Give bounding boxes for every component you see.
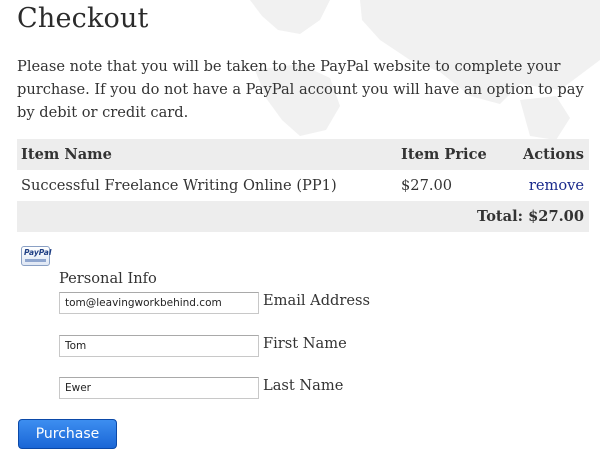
cart-total: Total: $27.00	[17, 201, 589, 232]
table-row: Successful Freelance Writing Online (PP1…	[17, 170, 589, 201]
last-name-field[interactable]	[59, 377, 259, 399]
paypal-icon-bar	[25, 259, 46, 262]
personal-info-heading: Personal Info	[59, 270, 157, 287]
first-name-label: First Name	[263, 335, 347, 352]
page-title: Checkout	[17, 3, 149, 34]
purchase-button[interactable]: Purchase	[18, 419, 117, 449]
last-name-label: Last Name	[263, 377, 344, 394]
cart-header-row: Item Name Item Price Actions	[17, 139, 589, 170]
item-name-cell: Successful Freelance Writing Online (PP1…	[21, 177, 337, 194]
header-actions: Actions	[511, 139, 589, 170]
cart-table: Item Name Item Price Actions Successful …	[17, 139, 589, 232]
header-item-name: Item Name	[17, 139, 401, 170]
checkout-page: Checkout Please note that you will be ta…	[0, 0, 600, 469]
paypal-icon-text: PayPal	[24, 248, 52, 257]
checkout-notice: Please note that you will be taken to th…	[17, 58, 584, 121]
email-field[interactable]	[59, 292, 259, 314]
cart-total-row: Total: $27.00	[17, 201, 589, 232]
item-actions-cell: remove	[511, 170, 589, 201]
item-price-cell: $27.00	[401, 177, 453, 194]
paypal-icon[interactable]: PayPal	[21, 246, 52, 266]
email-label: Email Address	[263, 292, 370, 309]
header-item-price: Item Price	[401, 139, 511, 170]
first-name-field[interactable]	[59, 335, 259, 357]
remove-item-link[interactable]: remove	[529, 177, 584, 194]
